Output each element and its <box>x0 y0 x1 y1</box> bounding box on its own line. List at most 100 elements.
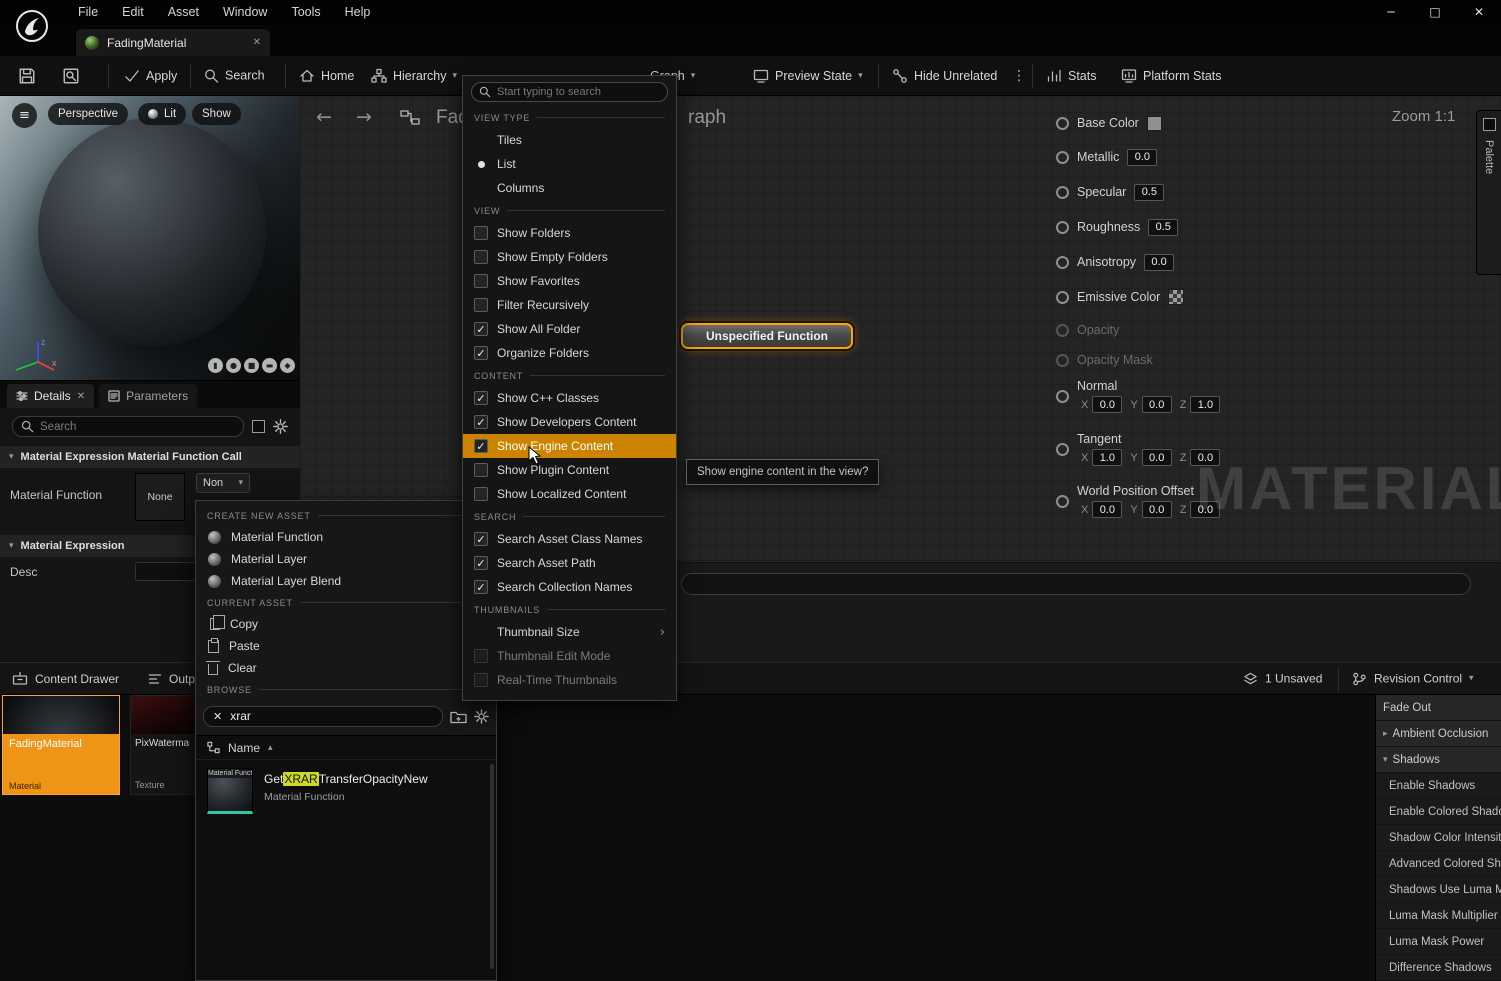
menu-item-show-engine-content[interactable]: Show Engine Content <box>463 434 676 458</box>
close-icon[interactable] <box>1457 0 1501 25</box>
menu-item-show-folders[interactable]: Show Folders <box>463 221 676 245</box>
nav-back-icon[interactable] <box>316 106 332 128</box>
results-header[interactable]: Name <box>196 736 496 760</box>
menu-item-show-localized-content[interactable]: Show Localized Content <box>463 482 676 506</box>
menu-item-search-asset-class-names[interactable]: Search Asset Class Names <box>463 527 676 551</box>
details-search-box[interactable] <box>12 416 244 437</box>
menu-item-columns[interactable]: Columns <box>463 176 676 200</box>
viewport-menu-button[interactable] <box>12 103 37 128</box>
menu-item-thumbnail-size[interactable]: Thumbnail Size <box>463 620 676 644</box>
minimize-icon[interactable] <box>1369 0 1413 25</box>
specular-value[interactable]: 0.5 <box>1134 184 1164 201</box>
search-button[interactable]: Search <box>204 68 265 83</box>
input-pin-icon[interactable] <box>1056 495 1069 508</box>
input-pin-icon[interactable] <box>1056 443 1069 456</box>
asset-result-item[interactable]: Material Function GetXRARTransferOpacity… <box>196 760 496 822</box>
menu-tools[interactable]: Tools <box>279 0 332 25</box>
pin-row-base-color[interactable]: Base Color <box>1056 113 1162 133</box>
menu-asset[interactable]: Asset <box>156 0 211 25</box>
lit-button[interactable]: Lit <box>138 103 186 125</box>
content-drawer-button[interactable]: Content Drawer <box>12 671 119 687</box>
cylinder-shape-icon[interactable]: ▮ <box>208 358 223 373</box>
tab-fading-material[interactable]: FadingMaterial <box>75 28 271 56</box>
tab-parameters[interactable]: Parameters <box>99 384 197 408</box>
row-shadows-use-luma[interactable]: Shadows Use Luma M <box>1376 877 1501 903</box>
tab-details[interactable]: Details <box>7 384 94 408</box>
output-log-button[interactable]: Outp <box>148 672 195 686</box>
checkbox-unchecked-icon[interactable] <box>474 226 488 240</box>
checkbox-unchecked-icon[interactable] <box>474 649 488 663</box>
asset-search-input[interactable] <box>230 709 433 723</box>
plane-shape-icon[interactable]: ▬ <box>262 358 277 373</box>
tangent-z-value[interactable]: 0.0 <box>1190 449 1220 466</box>
menu-item-list[interactable]: List <box>463 152 676 176</box>
normal-y-value[interactable]: 0.0 <box>1142 396 1172 413</box>
checkbox-checked-icon[interactable] <box>474 532 488 546</box>
asset-tile-fading-material[interactable]: FadingMaterial Material <box>2 695 120 795</box>
save-button[interactable] <box>18 67 36 85</box>
details-tab-close-icon[interactable] <box>77 391 85 402</box>
clear-search-icon[interactable] <box>213 709 222 723</box>
details-search-input[interactable] <box>40 421 235 433</box>
menu-item-tiles[interactable]: Tiles <box>463 128 676 152</box>
graph-stats-bar[interactable] <box>681 573 1471 595</box>
row-luma-mask-multiplier[interactable]: Luma Mask Multiplier <box>1376 903 1501 929</box>
menu-edit[interactable]: Edit <box>110 0 156 25</box>
menu-item-search-asset-path[interactable]: Search Asset Path <box>463 551 676 575</box>
unreal-logo-icon[interactable] <box>8 2 56 50</box>
asset-search-box[interactable] <box>203 706 443 727</box>
menu-window[interactable]: Window <box>211 0 279 25</box>
pin-row-opacity[interactable]: Opacity <box>1056 320 1119 340</box>
input-pin-icon[interactable] <box>1056 117 1069 130</box>
input-pin-icon[interactable] <box>1056 151 1069 164</box>
tab-close-icon[interactable] <box>253 37 261 48</box>
results-scrollbar[interactable] <box>490 764 494 969</box>
normal-x-value[interactable]: 0.0 <box>1092 396 1122 413</box>
menu-search-input[interactable] <box>497 86 660 98</box>
home-button[interactable]: Home <box>299 68 354 84</box>
menu-item-material-layer[interactable]: Material Layer <box>196 548 496 570</box>
material-function-dropdown[interactable]: Non <box>196 473 250 493</box>
row-enable-colored-shadow[interactable]: Enable Colored Shadow <box>1376 799 1501 825</box>
input-pin-icon[interactable] <box>1056 186 1069 199</box>
perspective-button[interactable]: Perspective <box>48 103 128 125</box>
unsaved-button[interactable]: 1 Unsaved <box>1243 671 1322 686</box>
pin-row-world-position-offset[interactable]: World Position Offset X0.0Y0.0Z0.0 <box>1056 484 1220 518</box>
cube-shape-icon[interactable]: ■ <box>244 358 259 373</box>
checkbox-unchecked-icon[interactable] <box>474 250 488 264</box>
platform-stats-button[interactable]: Platform Stats <box>1121 68 1222 84</box>
pin-row-anisotropy[interactable]: Anisotropy0.0 <box>1056 252 1174 272</box>
menu-item-realtime-thumbnails[interactable]: Real-Time Thumbnails <box>463 668 676 692</box>
checkbox-unchecked-icon[interactable] <box>474 298 488 312</box>
display-options-icon[interactable] <box>252 420 265 433</box>
checkbox-unchecked-icon[interactable] <box>474 673 488 687</box>
apply-button[interactable]: Apply <box>124 68 177 84</box>
checkbox-checked-icon[interactable] <box>474 415 488 429</box>
checkbox-checked-icon[interactable] <box>474 439 488 453</box>
palette-tab[interactable]: Palette <box>1476 110 1501 275</box>
browse-to-asset-button[interactable] <box>62 67 80 85</box>
checkbox-checked-icon[interactable] <box>474 322 488 336</box>
row-shadows[interactable]: Shadows <box>1376 747 1501 773</box>
view-options-gear-icon[interactable] <box>474 709 489 724</box>
menu-item-show-cpp-classes[interactable]: Show C++ Classes <box>463 386 676 410</box>
show-button[interactable]: Show <box>192 103 241 125</box>
pin-row-metallic[interactable]: Metallic0.0 <box>1056 147 1157 167</box>
menu-item-clear[interactable]: Clear <box>196 657 496 679</box>
revision-control-button[interactable]: Revision Control <box>1352 671 1474 686</box>
nav-forward-icon[interactable] <box>356 106 372 128</box>
maximize-icon[interactable] <box>1413 0 1457 25</box>
input-pin-icon[interactable] <box>1056 256 1069 269</box>
expand-icon[interactable] <box>1383 729 1388 739</box>
menu-item-show-all-folder[interactable]: Show All Folder <box>463 317 676 341</box>
menu-item-show-developers-content[interactable]: Show Developers Content <box>463 410 676 434</box>
input-pin-icon[interactable] <box>1056 390 1069 403</box>
save-search-folder-icon[interactable] <box>450 709 467 724</box>
row-luma-mask-power[interactable]: Luma Mask Power <box>1376 929 1501 955</box>
checkbox-checked-icon[interactable] <box>474 391 488 405</box>
preview-viewport[interactable]: Perspective Lit Show z x ▮ ● ■ ▬ ◆ <box>0 96 300 380</box>
menu-item-material-layer-blend[interactable]: Material Layer Blend <box>196 570 496 592</box>
menu-item-material-function[interactable]: Material Function <box>196 526 496 548</box>
details-settings-gear-icon[interactable] <box>273 419 288 434</box>
material-function-thumbnail[interactable]: None <box>135 473 185 521</box>
